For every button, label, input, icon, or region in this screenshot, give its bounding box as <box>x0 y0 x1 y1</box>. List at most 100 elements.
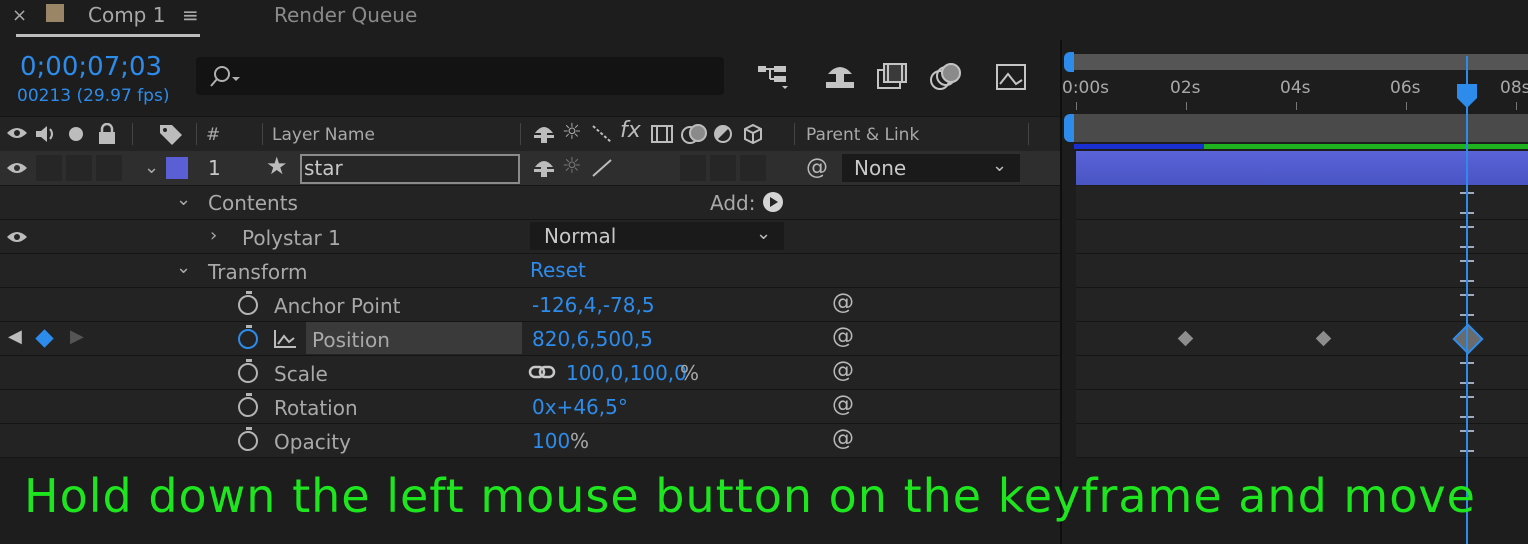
motion-blur-icon[interactable] <box>928 62 962 92</box>
stopwatch-icon[interactable] <box>238 427 258 451</box>
next-keyframe-icon[interactable]: ▶ <box>70 325 84 349</box>
blend-mode-value: Normal <box>544 224 617 248</box>
scale-value[interactable]: 100,0,100,0 <box>566 361 687 385</box>
comp-color-swatch <box>46 4 64 22</box>
layer-name-text: star <box>304 156 343 180</box>
layer-quality-switch-icon[interactable] <box>590 157 614 179</box>
position-value[interactable]: 820,6,500,5 <box>532 327 653 351</box>
graph-editor-icon[interactable] <box>994 60 1030 92</box>
position-name-highlight[interactable]: Position <box>306 322 522 354</box>
motion-blur-switch-icon[interactable] <box>680 123 710 145</box>
opacity-value[interactable]: 100 <box>532 429 570 453</box>
layer-name-field[interactable]: star <box>300 154 520 184</box>
current-time-indicator-head[interactable] <box>1455 82 1479 110</box>
contents-label: Contents <box>208 191 298 215</box>
parent-link-column[interactable]: Parent & Link <box>806 123 919 147</box>
close-tab-icon[interactable]: × <box>12 4 27 28</box>
reset-link[interactable]: Reset <box>530 258 586 282</box>
shy-icon[interactable] <box>532 123 556 145</box>
chevron-down-icon: ⌄ <box>992 155 1008 176</box>
layer-switch-slot[interactable] <box>740 155 766 181</box>
transform-expand-chevron-icon[interactable]: ⌄ <box>176 256 191 280</box>
parent-pickwhip-icon[interactable]: @ <box>806 157 828 179</box>
expression-pickwhip-icon[interactable]: @ <box>832 394 854 416</box>
expression-pickwhip-icon[interactable]: @ <box>832 292 854 314</box>
polystar-eye-icon[interactable] <box>6 229 28 245</box>
lock-icon[interactable] <box>97 123 117 145</box>
3d-layer-icon[interactable] <box>742 123 764 145</box>
ruler-label: 02s <box>1170 78 1201 98</box>
layer-shy-switch-icon[interactable] <box>532 157 556 179</box>
instruction-caption: Hold down the left mouse button on the k… <box>24 469 1476 523</box>
ruler-label: 04s <box>1280 78 1311 98</box>
layer-visibility-eye-icon[interactable] <box>6 160 28 176</box>
time-navigator[interactable] <box>1074 54 1528 70</box>
anchor-point-value[interactable]: -126,4,-78,5 <box>532 293 655 317</box>
navigator-start-handle[interactable] <box>1064 52 1074 72</box>
solo-switch[interactable] <box>66 155 92 181</box>
contents-expand-chevron-icon[interactable]: ⌄ <box>176 188 191 212</box>
rotation-value[interactable]: 0x+46,5° <box>532 395 628 419</box>
layer-label-color[interactable] <box>166 157 188 179</box>
keyframe-toggle-icon[interactable] <box>35 329 54 348</box>
layer-collapse-switch-icon[interactable]: ☼ <box>562 155 582 179</box>
lock-switch[interactable] <box>96 155 122 181</box>
effects-fx-icon[interactable]: fx <box>620 119 641 143</box>
constrain-proportions-link-icon[interactable] <box>528 364 556 380</box>
quality-icon[interactable] <box>590 123 614 145</box>
frame-blending-icon[interactable] <box>876 62 908 92</box>
cached-frames-bar <box>1074 144 1204 149</box>
contents-row: ⌄ Contents Add: <box>0 186 1060 220</box>
expression-pickwhip-icon[interactable]: @ <box>832 326 854 348</box>
timeline-header: 0;00;07;03 00213 (29.97 fps) <box>0 40 1060 116</box>
layer-expand-chevron-icon[interactable]: ⌄ <box>144 156 159 180</box>
stopwatch-active-icon[interactable] <box>238 325 258 349</box>
search-icon <box>210 66 240 87</box>
layer-switch-slot[interactable] <box>710 155 736 181</box>
scale-row: Scale 100,0,100,0 % @ <box>0 356 1060 390</box>
layer-row[interactable]: ⌄ 1 ★ star ☼ @ None ⌄ <box>0 151 1060 186</box>
layer-name-column[interactable]: Layer Name <box>272 123 375 147</box>
parent-dropdown[interactable]: None ⌄ <box>842 154 1020 182</box>
tab-bar: × Comp 1 ≡ Render Queue <box>0 0 1528 38</box>
layer-switch-slot[interactable] <box>680 155 706 181</box>
layer-duration-bar[interactable] <box>1076 151 1528 185</box>
polystar-expand-chevron-icon[interactable]: › <box>210 224 217 248</box>
work-area-start-handle[interactable] <box>1064 114 1074 142</box>
audio-switch[interactable] <box>36 155 62 181</box>
stopwatch-icon[interactable] <box>238 291 258 315</box>
current-timecode[interactable]: 0;00;07;03 <box>20 52 162 82</box>
ruler-label: 0:00s <box>1062 78 1110 98</box>
graph-icon[interactable] <box>272 328 298 350</box>
property-name: Anchor Point <box>274 294 401 318</box>
stopwatch-icon[interactable] <box>238 359 258 383</box>
video-eye-icon[interactable] <box>6 125 28 141</box>
search-input[interactable] <box>196 57 724 95</box>
comp-tab[interactable]: Comp 1 <box>88 3 165 27</box>
opacity-percent: % <box>570 429 590 453</box>
frame-blend-switch-icon[interactable] <box>650 123 674 145</box>
transform-label: Transform <box>208 260 308 284</box>
scale-percent: % <box>680 361 700 385</box>
tab-menu-icon[interactable]: ≡ <box>182 3 199 27</box>
expression-pickwhip-icon[interactable]: @ <box>832 360 854 382</box>
collapse-sun-icon[interactable]: ☼ <box>562 121 582 145</box>
audio-speaker-icon[interactable] <box>34 123 60 145</box>
blend-mode-dropdown[interactable]: Normal ⌄ <box>530 222 784 250</box>
anchor-point-row: Anchor Point -126,4,-78,5 @ <box>0 288 1060 322</box>
previous-keyframe-icon[interactable]: ◀ <box>8 325 22 349</box>
parent-value: None <box>854 156 907 180</box>
composition-flowchart-icon[interactable] <box>756 62 792 92</box>
ruler-label: 06s <box>1390 78 1421 98</box>
expression-pickwhip-icon[interactable]: @ <box>832 428 854 450</box>
draft-3d-icon[interactable] <box>822 62 858 92</box>
render-queue-tab[interactable]: Render Queue <box>274 3 417 27</box>
stopwatch-icon[interactable] <box>238 393 258 417</box>
add-label: Add: <box>710 191 756 215</box>
add-play-button-icon[interactable] <box>762 191 784 213</box>
work-area-bar[interactable] <box>1074 114 1528 142</box>
label-tag-icon[interactable] <box>158 123 184 145</box>
solo-icon[interactable] <box>69 127 83 141</box>
adjustment-layer-icon[interactable] <box>712 123 734 145</box>
work-area-row <box>1062 114 1528 150</box>
